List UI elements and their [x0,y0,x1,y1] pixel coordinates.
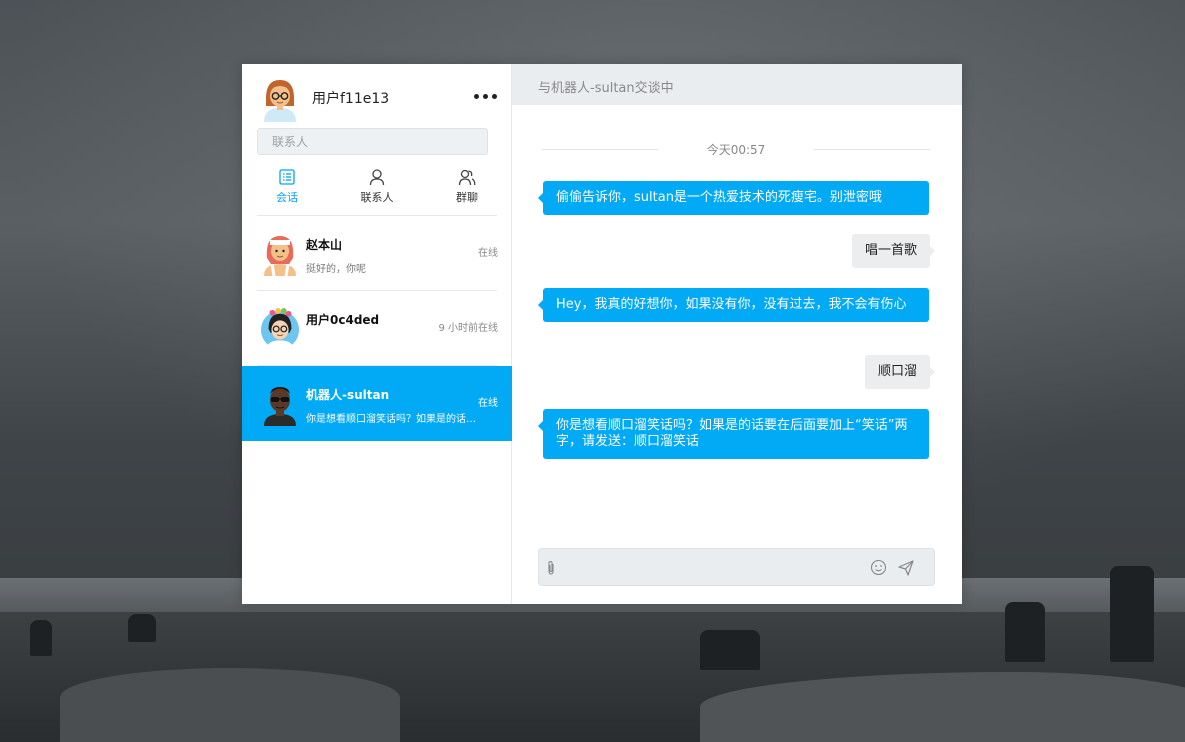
person-silhouette [30,620,52,656]
flower-glasses-avatar [260,308,300,350]
conversation-item-active[interactable]: 机器人-sultan 你是想看顺口溜笑话吗？如果是的话要在后面要加上“笑话”两字… [242,366,512,441]
tab-contacts[interactable]: 联系人 [332,164,422,214]
dot-icon [483,94,488,99]
skate-ramp [60,668,400,742]
contact-name: 赵本山 [306,238,343,252]
chat-title: 与机器人-sultan交谈中 [538,81,674,96]
dot-icon [492,94,497,99]
message-input[interactable] [563,555,863,581]
attachment-icon[interactable] [545,560,557,576]
person-silhouette [128,614,156,642]
dot-icon [474,94,479,99]
sidebar-tabs: 会话 联系人 群聊 [242,164,512,214]
conversation-item[interactable]: 赵本山 挺好的，你呢 在线 [242,216,512,291]
send-icon[interactable] [897,559,915,577]
contact-name: 用户0c4ded [306,313,380,327]
conversation-item[interactable]: 用户0c4ded 9 小时前在线 [242,291,512,366]
tab-label: 会话 [276,191,298,204]
user-name: 用户f11e13 [312,91,390,107]
person-silhouette [700,630,760,670]
chat-window: 用户f11e13 会话 [242,64,962,604]
person-silhouette [1005,602,1045,662]
timestamp: 今天00:57 [706,143,766,157]
tab-label: 联系人 [360,191,394,204]
my-message-bubble: 唱一首歌 [851,234,936,268]
last-message-preview: 你是想看顺口溜笑话吗？如果是的话要在后面要加上“笑话”两字，请发送：顺口溜笑话 [306,414,476,425]
sidebar: 用户f11e13 会话 [242,64,512,604]
tab-conversations[interactable]: 会话 [242,164,332,214]
contact-name: 机器人-sultan [306,388,390,402]
online-status: 9 小时前在线 [438,323,498,334]
online-status: 在线 [478,398,498,409]
time-divider: 今天00:57 [542,141,930,157]
online-status: 在线 [478,248,498,259]
user-header: 用户f11e13 [242,64,511,128]
sunglasses-avatar [264,387,296,426]
conversation-list: 赵本山 挺好的，你呢 在线 用户0c4ded 9 小时前在线 机器人-sulta… [242,216,512,441]
emoji-icon[interactable] [870,559,887,576]
my-message-bubble: 顺口溜 [864,355,936,389]
chat-pane: 与机器人-sultan交谈中 今天00:57 偷偷告诉你，sultan是一个热爱… [512,64,962,604]
chat-header: 与机器人-sultan交谈中 [512,64,962,105]
bot-message-bubble: 你是想看顺口溜笑话吗？如果是的话要在后面要加上“笑话”两字，请发送：顺口溜笑话 [538,409,929,459]
tab-groups[interactable]: 群聊 [422,164,512,214]
more-options-button[interactable] [474,94,500,102]
red-hair-avatar [264,236,296,276]
chat-list-icon [279,169,295,185]
bot-message-bubble: Hey，我真的好想你，如果没有你，没有过去，我不会有伤心 [538,288,929,322]
bot-message-bubble: 偷偷告诉你，sultan是一个热爱技术的死瘦宅。别泄密哦 [538,181,929,215]
user-avatar[interactable] [260,76,300,124]
contact-icon [369,169,385,186]
group-icon [458,169,476,186]
last-message-preview: 挺好的，你呢 [306,264,366,275]
message-composer [538,548,935,586]
person-silhouette [1110,566,1154,662]
tab-label: 群聊 [456,191,478,204]
contact-search-input[interactable] [257,128,488,155]
